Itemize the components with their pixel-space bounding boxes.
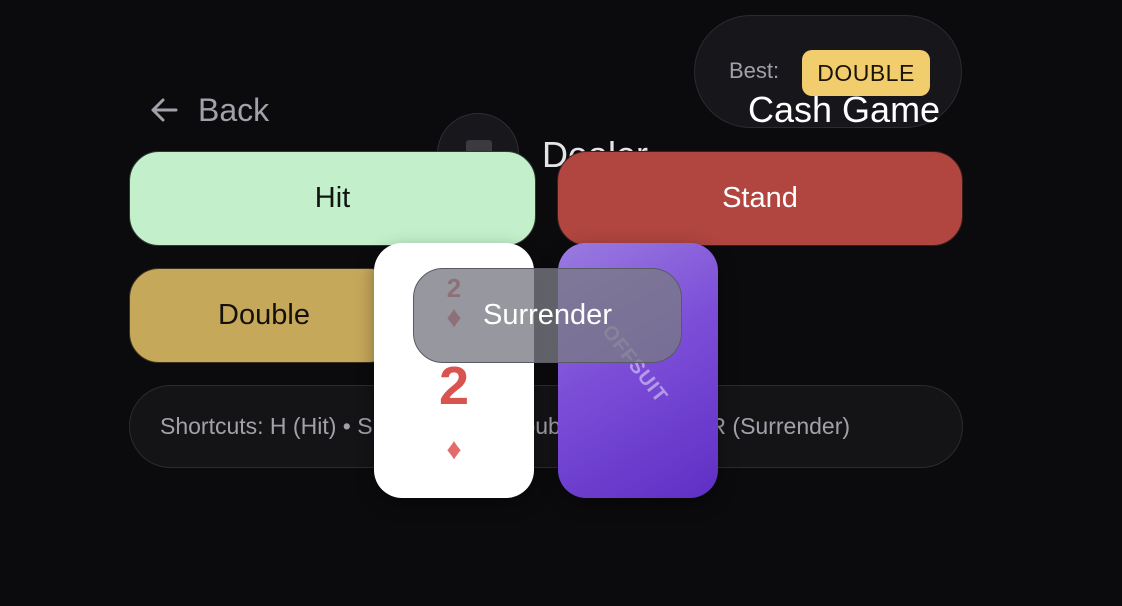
diamond-icon: ♦ <box>446 433 462 466</box>
surrender-button[interactable]: Surrender <box>413 268 682 363</box>
back-button[interactable]: Back <box>148 88 269 132</box>
card-rank-large: 2 <box>438 356 470 416</box>
double-button[interactable]: Double <box>129 268 399 363</box>
shortcuts-bar: Shortcuts: H (Hit) • S (Stand) • D (Doub… <box>129 385 963 468</box>
hit-button[interactable]: Hit <box>129 151 536 246</box>
arrow-left-icon <box>148 94 180 126</box>
best-label: Best: <box>729 58 780 83</box>
stand-button[interactable]: Stand <box>557 151 963 246</box>
game-mode-title: Cash Game <box>748 89 941 130</box>
back-label: Back <box>198 91 270 128</box>
blackjack-trainer-screen: Back Best: DOUBLE Dealer Cash Game Hit S… <box>0 0 1122 606</box>
